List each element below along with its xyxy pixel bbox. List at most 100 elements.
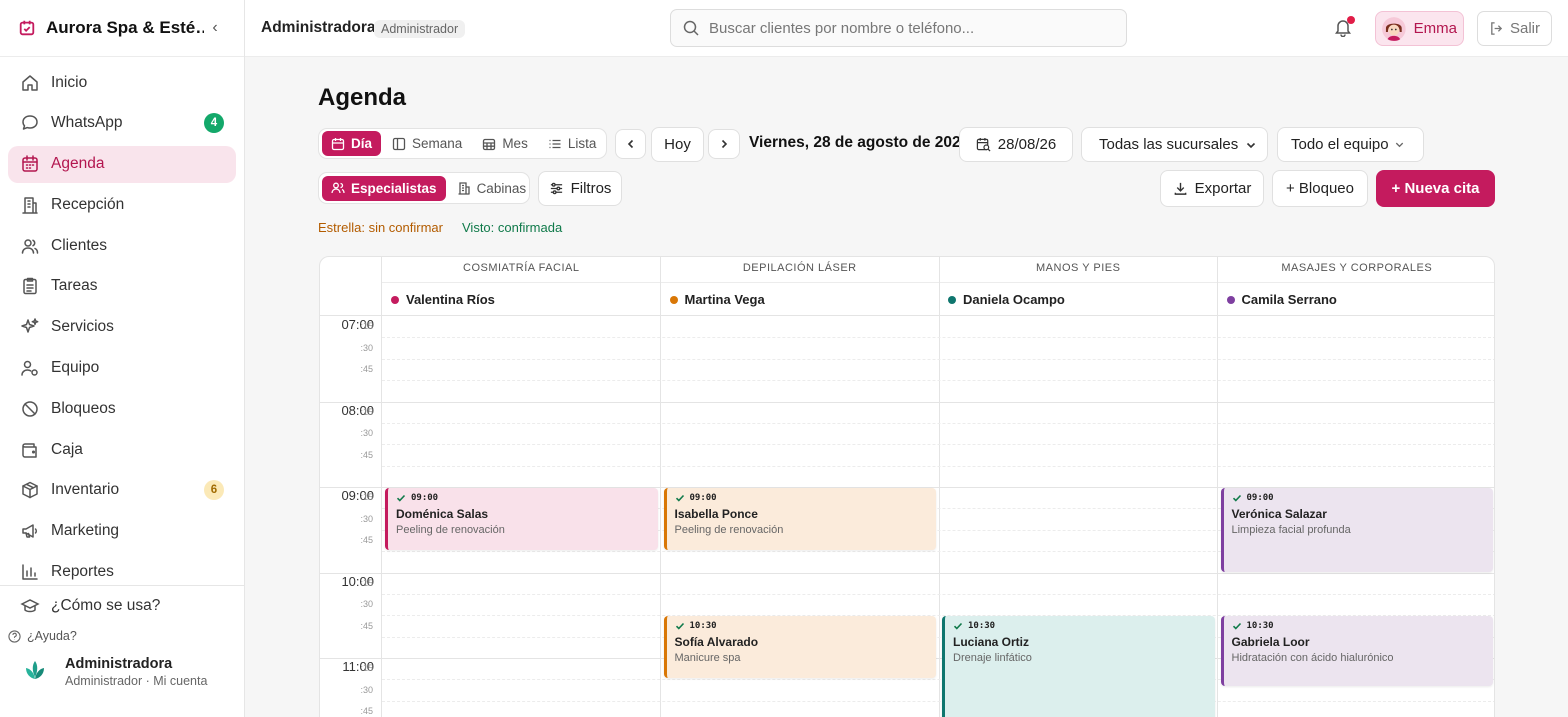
- sidebar-item-servicios[interactable]: Servicios: [8, 309, 236, 346]
- today-button[interactable]: Hoy: [651, 127, 704, 162]
- view-month-button[interactable]: Mes: [473, 131, 537, 156]
- appointment-card[interactable]: 09:00 Doménica Salas Peeling de renovación: [385, 488, 658, 551]
- help-link[interactable]: ¿Ayuda?: [0, 626, 244, 646]
- sidebar-item-recepcion[interactable]: Recepción: [8, 186, 236, 223]
- sidebar-item-badge: 6: [204, 480, 224, 501]
- group-cabins-button[interactable]: Cabinas: [448, 176, 536, 201]
- sidebar-item-equipo[interactable]: Equipo: [8, 350, 236, 387]
- appointment-card[interactable]: 09:00 Isabella Ponce Peeling de renovación: [663, 488, 936, 551]
- view-list-button[interactable]: Lista: [539, 131, 606, 156]
- appointment-client: Verónica Salazar: [1231, 507, 1327, 521]
- today-label: Hoy: [664, 136, 691, 153]
- add-block-button[interactable]: + Bloqueo: [1272, 170, 1368, 207]
- column-specialist[interactable]: Martina Vega: [660, 282, 939, 316]
- branch-select[interactable]: Todas las sucursales: [1081, 127, 1268, 162]
- calendar-icon: [331, 137, 345, 150]
- appointment-service: Peeling de renovación: [396, 524, 505, 536]
- sidebar-item-label: Clientes: [51, 236, 107, 254]
- next-day-button[interactable]: [708, 129, 740, 159]
- date-picker[interactable]: 28/08/26: [959, 127, 1073, 162]
- appointment-card[interactable]: 10:30 Luciana Ortiz Drenaje linfático: [942, 616, 1215, 717]
- sidebar-item-marketing[interactable]: Marketing: [8, 513, 236, 550]
- specialist-color-dot: [391, 295, 399, 304]
- sparkles-icon: [21, 318, 39, 334]
- quarter-slot-line: [382, 444, 1494, 446]
- list-icon: [549, 139, 561, 148]
- appointment-card[interactable]: 10:30 Gabriela Loor Hidratación con ácido …: [1220, 616, 1493, 686]
- columns-icon: [392, 137, 406, 150]
- group-specialists-button[interactable]: Especialistas: [322, 175, 446, 201]
- prev-day-button[interactable]: [615, 129, 646, 159]
- quarter-slot-line: [382, 593, 1494, 595]
- sidebar-item-inventario[interactable]: Inventario 6: [8, 472, 236, 509]
- howto-link[interactable]: ¿Cómo se usa?: [0, 586, 244, 626]
- download-icon: [1174, 182, 1186, 195]
- sliders-icon: [550, 182, 562, 195]
- quarter-label: :15: [360, 492, 373, 503]
- megaphone-icon: [22, 524, 38, 539]
- add-block-label: + Bloqueo: [1286, 180, 1354, 197]
- view-day-button[interactable]: Día: [322, 131, 382, 156]
- sidebar-item-whatsapp[interactable]: WhatsApp 4: [8, 105, 236, 142]
- appointment-client: Doménica Salas: [396, 507, 489, 521]
- appointment-card[interactable]: 09:00 Verónica Salazar Limpieza facial pro…: [1220, 488, 1493, 572]
- sidebar-item-inicio[interactable]: Inicio: [8, 64, 236, 101]
- column-specialist[interactable]: Camila Serrano: [1217, 282, 1494, 316]
- branch-select-value: Todas las sucursales: [1099, 136, 1239, 153]
- calendar-check-icon: [19, 20, 35, 36]
- export-button[interactable]: Exportar: [1160, 170, 1264, 207]
- column-specialist[interactable]: Valentina Ríos: [382, 282, 661, 316]
- sidebar-item-tareas[interactable]: Tareas: [8, 268, 236, 305]
- wallet-icon: [22, 442, 37, 458]
- home-icon: [22, 74, 38, 91]
- view-week-button[interactable]: Semana: [383, 131, 471, 156]
- sidebar-item-label: Agenda: [51, 155, 105, 173]
- users-icon: [21, 238, 39, 254]
- quarter-label: :45: [360, 620, 373, 631]
- column-specialist[interactable]: Daniela Ocampo: [939, 282, 1218, 316]
- search-box[interactable]: [670, 9, 1127, 47]
- help-circle-icon: [8, 629, 21, 643]
- sidebar-item-caja[interactable]: Caja: [8, 431, 236, 468]
- hour-line: [320, 572, 1494, 574]
- clipboard-icon: [23, 278, 37, 295]
- group-specialists-label: Especialistas: [351, 180, 437, 196]
- logout-button[interactable]: Salir: [1477, 11, 1552, 46]
- new-appointment-button[interactable]: + Nueva cita: [1376, 170, 1495, 207]
- legend-confirmed: Visto: confirmada: [462, 220, 563, 235]
- quarter-label: :15: [360, 406, 373, 417]
- quarter-label: :30: [360, 513, 373, 524]
- quarter-slot-line: [382, 465, 1494, 467]
- quarter-slot-line: [382, 358, 1494, 360]
- brand-name: Aurora Spa & Esté…: [46, 18, 204, 37]
- sidebar-footer: ¿Cómo se usa? ¿Ayuda? Administradora Adm…: [0, 585, 244, 717]
- current-date: Viernes, 28 de agosto de 2026: [749, 134, 970, 151]
- quarter-label: :30: [360, 599, 373, 610]
- quarter-slot-line: [382, 380, 1494, 382]
- account-role: Administrador · Mi cuenta: [65, 674, 208, 688]
- filters-button[interactable]: Filtros: [538, 171, 622, 206]
- appointment-time: 10:30: [968, 621, 996, 632]
- specialist-color-dot: [948, 295, 956, 304]
- users-icon: [331, 182, 345, 194]
- sidebar-item-bloqueos[interactable]: Bloqueos: [8, 390, 236, 427]
- appointment-time: 09:00: [689, 493, 717, 503]
- appointment-card[interactable]: 10:30 Sofía Alvarado Manicure spa: [663, 616, 936, 679]
- team-select[interactable]: Todo el equipo: [1277, 127, 1424, 162]
- sidebar-item-agenda[interactable]: Agenda: [8, 145, 236, 183]
- sidebar-item-badge: 4: [204, 113, 224, 134]
- chevron-left-icon: [627, 139, 633, 149]
- search-input[interactable]: [709, 19, 1109, 37]
- specialist-name: Daniela Ocampo: [963, 292, 1065, 307]
- package-icon: [22, 482, 38, 499]
- account-link[interactable]: Administradora Administrador · Mi cuenta: [0, 646, 244, 698]
- view-month-label: Mes: [502, 136, 528, 151]
- user-chip[interactable]: Emma: [1375, 11, 1464, 46]
- quarter-slot-line: [382, 337, 1494, 339]
- sidebar-item-clientes[interactable]: Clientes: [8, 227, 236, 264]
- collapse-sidebar-icon[interactable]: ‹: [204, 19, 226, 37]
- group-cabins-label: Cabinas: [476, 180, 527, 196]
- appointment-service: Limpieza facial profunda: [1231, 524, 1351, 536]
- appointment-service: Peeling de renovación: [674, 524, 784, 536]
- quarter-label: :30: [360, 342, 373, 353]
